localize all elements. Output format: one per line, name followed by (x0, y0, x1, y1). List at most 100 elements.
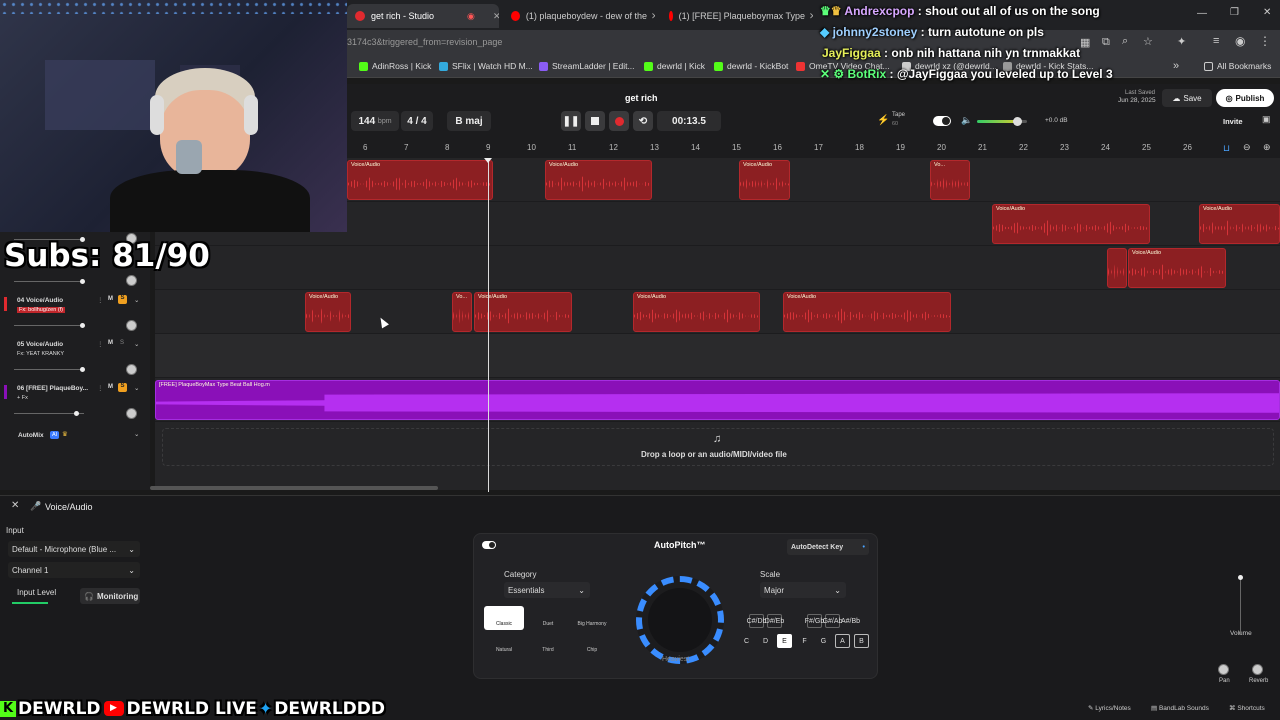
publish-button[interactable]: ◎ Publish (1216, 89, 1274, 107)
playhead[interactable] (488, 158, 489, 492)
track-row-06[interactable]: 06 [FREE] PlaqueBoy... + Fx ⋮ M S ⌄ (0, 383, 150, 428)
audio-clip[interactable] (1107, 248, 1127, 288)
maximize-icon[interactable]: ❐ (1230, 7, 1239, 18)
tape-toggle[interactable] (933, 116, 951, 126)
mode-big-harmony[interactable]: Big Harmony (572, 606, 612, 630)
reverb-knob[interactable] (1252, 664, 1263, 675)
input-device-select[interactable]: Default - Microphone (Blue ... ⌄ (8, 541, 140, 557)
volume-slider-handle[interactable] (1238, 575, 1243, 580)
chat-icon[interactable]: ▣ (1262, 114, 1271, 125)
horizontal-scrollbar[interactable] (150, 486, 438, 490)
audio-clip[interactable]: Voice/Audio (633, 292, 760, 332)
close-panel-icon[interactable]: ✕ (11, 500, 19, 511)
solo-button[interactable]: S (118, 295, 127, 304)
key-a-sharp[interactable]: A#/Bb (841, 614, 860, 628)
zoom-out-icon[interactable]: ⊖ (1243, 142, 1251, 153)
record-button[interactable] (609, 111, 629, 131)
pan-knob[interactable] (126, 364, 137, 375)
chevron-down-icon[interactable]: ⌄ (134, 430, 139, 438)
sounds-button[interactable]: ▤ BandLab Sounds (1151, 704, 1209, 712)
pause-button[interactable]: ❚❚ (561, 111, 581, 131)
key-g[interactable]: G (816, 634, 831, 648)
audio-clip[interactable]: Voice/Audio (1128, 248, 1226, 288)
media-icon[interactable]: ≡ (1213, 35, 1219, 47)
loop-button[interactable]: ⟲ (633, 111, 653, 131)
mode-duet[interactable]: Duet (528, 606, 568, 630)
screenshot-icon[interactable]: ⧉ (1102, 36, 1110, 49)
drop-zone[interactable]: ♫ Drop a loop or an audio/MIDI/video fil… (162, 428, 1274, 466)
automix-row[interactable]: AutoMix AI ♛ ⌄ (0, 430, 150, 444)
track-volume-slider[interactable] (14, 411, 84, 416)
tab-youtube-2[interactable]: (1) [FREE] Plaqueboymax Type ✕ (661, 4, 813, 28)
intensity-knob[interactable] (648, 588, 712, 652)
stop-button[interactable] (585, 111, 605, 131)
timeline-ruler[interactable]: 6 7 8 9 10 11 12 13 14 15 16 17 18 19 20… (347, 140, 1280, 158)
bookmark-item[interactable]: dewrld | Kick (644, 61, 705, 71)
audio-clip[interactable]: Voice/Audio (992, 204, 1150, 244)
key-e[interactable]: E (777, 634, 792, 648)
solo-button[interactable]: S (118, 383, 127, 392)
solo-button[interactable]: S (120, 340, 124, 346)
category-select[interactable]: Essentials ⌄ (504, 582, 590, 598)
close-icon[interactable]: ✕ (651, 11, 655, 22)
snap-icon[interactable]: ⊔ (1223, 143, 1230, 154)
monitoring-button[interactable]: 🎧 Monitoring (80, 588, 140, 604)
menu-icon[interactable]: ⋮ (1259, 34, 1271, 48)
audio-clip[interactable]: Voice/Audio (783, 292, 951, 332)
audio-clip[interactable]: Voice/Audio (305, 292, 351, 332)
bookmark-star-icon[interactable]: ☆ (1143, 35, 1153, 48)
key-c-sharp[interactable]: C#/Db (747, 614, 766, 628)
pan-knob[interactable] (126, 320, 137, 331)
tab-youtube-1[interactable]: (1) plaqueboydew - dew of the ✕ (503, 4, 655, 28)
key-d-sharp[interactable]: D#/Eb (765, 614, 784, 628)
pan-knob[interactable] (126, 408, 137, 419)
chevron-down-icon[interactable]: ⌄ (134, 340, 139, 348)
mode-classic[interactable]: Classic (484, 606, 524, 630)
chevron-down-icon[interactable]: ⌄ (134, 296, 139, 304)
track-fx-label[interactable]: Fx: YEAT KRANKY (17, 351, 64, 357)
track-row-05[interactable]: 05 Voice/Audio Fx: YEAT KRANKY ⋮ M S ⌄ (0, 340, 150, 384)
mode-chip[interactable]: Chip (572, 632, 612, 656)
pan-knob[interactable] (1218, 664, 1229, 675)
chevron-right-icon[interactable]: » (1173, 60, 1179, 72)
address-bar[interactable]: 3174c3&triggered_from=revision_page ▦ ⧉ … (347, 30, 1280, 56)
lane-track-06[interactable]: [FREE] PlaqueBoyMax Type Beat Ball Hog.m (155, 378, 1280, 422)
more-icon[interactable]: ⋮ (97, 384, 104, 392)
key-a[interactable]: A (835, 634, 850, 648)
chevron-down-icon[interactable]: ⌄ (134, 384, 139, 392)
audio-clip[interactable]: Voice/Audio (1199, 204, 1280, 244)
track-volume-slider[interactable] (14, 323, 85, 328)
zoom-icon[interactable]: ⌕ (1122, 35, 1128, 48)
key-g-sharp[interactable]: G#/Ab (823, 614, 842, 628)
tuner-icon[interactable]: ⚡ (877, 115, 889, 126)
time-signature[interactable]: 4 / 4 (401, 111, 433, 131)
project-title[interactable]: get rich (625, 93, 658, 103)
bookmark-item[interactable]: AdinRoss | Kick (359, 61, 431, 71)
all-bookmarks[interactable]: All Bookmarks (1204, 61, 1271, 71)
track-volume-slider[interactable] (14, 279, 85, 284)
scale-select[interactable]: Major ⌄ (760, 582, 846, 598)
autodetect-key-button[interactable]: AutoDetect Key • (787, 539, 869, 555)
bookmark-item[interactable]: dewrld - KickBot (714, 61, 788, 71)
beat-clip[interactable]: [FREE] PlaqueBoyMax Type Beat Ball Hog.m (155, 380, 1280, 420)
bpm-control[interactable]: 144 bpm (351, 111, 399, 131)
track-fx-label[interactable]: + Fx (17, 395, 28, 401)
shortcuts-button[interactable]: ⌘ Shortcuts (1229, 704, 1265, 712)
lane-track-04[interactable]: Voice/Audio Vo... Voice/Audio Voice/Audi… (155, 290, 1280, 334)
tab-studio[interactable]: get rich - Studio ◉ ✕ (347, 4, 499, 28)
extensions-icon[interactable]: ✦ (1177, 35, 1186, 48)
key-f[interactable]: F (797, 634, 812, 648)
mute-button[interactable]: M (108, 296, 113, 302)
audio-clip[interactable]: Vo... (930, 160, 970, 200)
playhead-handle[interactable] (484, 158, 492, 163)
close-icon[interactable]: ✕ (493, 11, 499, 22)
track-row-04[interactable]: 04 Voice/Audio Fx: bollhug/zen (f) ⋮ M S… (0, 295, 150, 340)
more-icon[interactable]: ⋮ (97, 340, 104, 348)
mode-third[interactable]: Third (528, 632, 568, 656)
track-volume-slider[interactable] (14, 367, 85, 372)
master-volume-slider[interactable] (977, 117, 1027, 126)
key-b[interactable]: B (854, 634, 869, 648)
mode-natural[interactable]: Natural (484, 632, 524, 656)
track-fx-label[interactable]: Fx: bollhug/zen (f) (17, 307, 66, 313)
zoom-in-icon[interactable]: ⊕ (1263, 142, 1271, 153)
